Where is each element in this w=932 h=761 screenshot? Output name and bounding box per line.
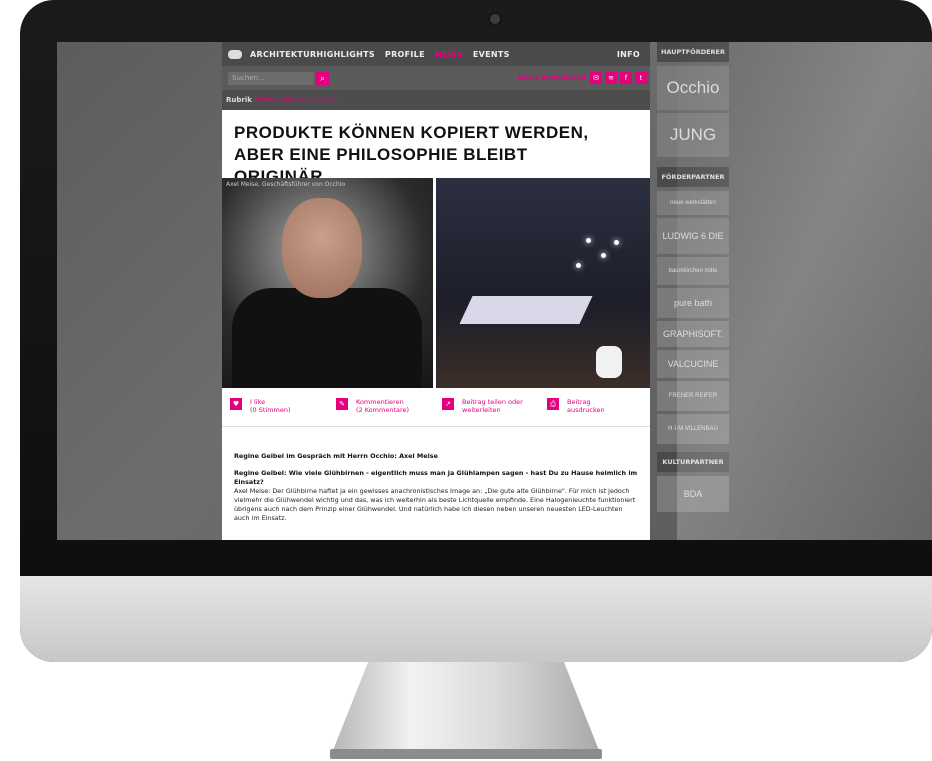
site-logo-icon[interactable] — [228, 49, 242, 59]
monitor-chin — [20, 576, 932, 662]
article-answer: Axel Meise: Der Glühbirne haftet ja ein … — [234, 487, 636, 522]
partner-logo-him[interactable]: H·I·M VILLENBAU — [657, 414, 729, 444]
partner-logo-frener-reifer[interactable]: FRENER REIFER — [657, 381, 729, 411]
partner-logo-pure-bath[interactable]: pure bath — [657, 288, 729, 318]
partner-logo-graphisoft[interactable]: GRAPHISOFT. — [657, 321, 729, 347]
culture-logo-bda[interactable]: BDA — [657, 476, 729, 512]
breadcrumb: Rubrik News > Kunst & Design — [222, 90, 650, 110]
partner-logo-baumkirchen[interactable]: baumkirchen mitte — [657, 257, 729, 285]
partner-logo-ludwig6[interactable]: LUDWIG 6 DIE KÜCHE — [657, 218, 729, 254]
nav-item-architekturhighlights[interactable]: ARCHITEKTURHIGHLIGHTS — [250, 50, 375, 59]
nav-item-profile[interactable]: PROFILE — [385, 50, 425, 59]
screen: ARCHITEKTURHIGHLIGHTS PROFILE NEWS EVENT… — [57, 42, 932, 540]
article-intro: Regine Geibel im Gespräch mit Herrn Occh… — [234, 452, 438, 460]
sponsor-logo-jung[interactable]: JUNG — [657, 113, 729, 157]
article-body: Regine Geibel im Gespräch mit Herrn Occh… — [234, 452, 638, 531]
portrait-photo: Axel Meise, Geschäftsführer von Occhio — [222, 178, 433, 388]
partner-header: FÖRDERPARTNER — [657, 167, 729, 187]
search-button[interactable]: ⌕ — [316, 71, 329, 85]
print-button[interactable]: ⎙ Beitrag ausdrucken — [547, 398, 605, 414]
top-nav: ARCHITEKTURHIGHLIGHTS PROFILE NEWS EVENT… — [222, 42, 650, 66]
photo-caption: Axel Meise, Geschäftsführer von Occhio — [226, 181, 346, 188]
partner-logo-neue-werkstaetten[interactable]: neue werkstätten — [657, 191, 729, 215]
nav-item-news[interactable]: NEWS — [435, 50, 463, 59]
nav-item-events[interactable]: EVENTS — [473, 50, 510, 59]
breadcrumb-label: Rubrik — [226, 96, 252, 104]
monitor-stand — [330, 662, 602, 758]
main-sponsor-header: HAUPTFÖRDERER — [657, 42, 729, 62]
partner-logo-valcucine[interactable]: VALCUCINE — [657, 350, 729, 378]
article-question: Regine Geibel: Wie viele Glühbirnen - ei… — [234, 469, 638, 486]
mail-icon[interactable]: ✉ — [590, 72, 602, 84]
interior-photo — [436, 178, 650, 388]
camera-icon — [490, 14, 500, 24]
print-icon: ⎙ — [547, 398, 559, 410]
share-icon: ↗ — [442, 398, 454, 410]
search-input[interactable]: Suchen... — [228, 71, 314, 85]
like-button[interactable]: ♥ I like (0 Stimmen) — [230, 398, 291, 414]
thumbs-up-icon: ♥ — [230, 398, 242, 410]
breadcrumb-path[interactable]: News > Kunst & Design — [254, 96, 337, 104]
sponsor-sidebar: HAUPTFÖRDERER Occhio JUNG FÖRDERPARTNER … — [657, 42, 729, 515]
nav-item-info[interactable]: INFO — [617, 50, 640, 59]
sponsor-logo-occhio[interactable]: Occhio — [657, 66, 729, 110]
comment-icon: ✎ — [336, 398, 348, 410]
comment-button[interactable]: ✎ Kommentieren (2 Kommentare) — [336, 398, 409, 414]
twitter-icon[interactable]: t — [635, 72, 647, 84]
search-bar: Suchen... ⌕ News abonnieren ✉ ≋ f t — [222, 66, 650, 90]
facebook-icon[interactable]: f — [620, 72, 632, 84]
article-actions: ♥ I like (0 Stimmen) ✎ Kommentieren (2 K… — [222, 392, 650, 427]
web-page: ARCHITEKTURHIGHLIGHTS PROFILE NEWS EVENT… — [222, 42, 650, 540]
share-button[interactable]: ↗ Beitrag teilen oder weiterleiten — [442, 398, 523, 414]
subscribe-label: News abonnieren — [517, 74, 586, 82]
monitor-stand-foot — [330, 749, 602, 759]
rss-icon[interactable]: ≋ — [605, 72, 617, 84]
culture-partner-header: KULTURPARTNER — [657, 452, 729, 472]
